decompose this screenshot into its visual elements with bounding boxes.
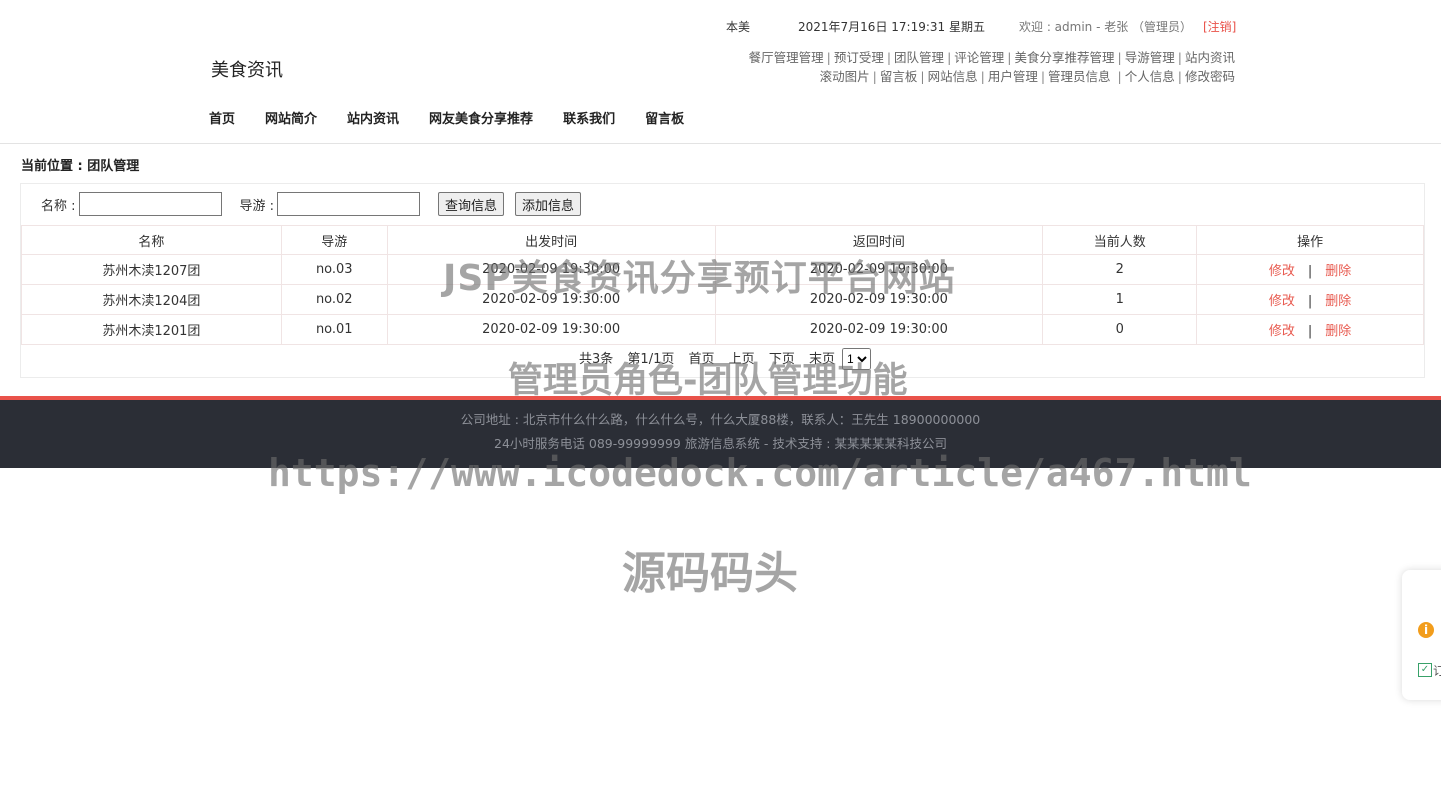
- side-widget[interactable]: i ✓ 订: [1402, 570, 1441, 700]
- pager-next[interactable]: 下页: [769, 352, 795, 367]
- admin-link-team[interactable]: 团队管理: [894, 50, 944, 65]
- nav-contact[interactable]: 联系我们: [563, 108, 615, 127]
- col-count: 当前人数: [1042, 225, 1198, 255]
- delete-link[interactable]: 删除: [1325, 294, 1351, 309]
- name-label: 名称 :: [41, 198, 76, 214]
- admin-links-row1: 餐厅管理管理 | 预订受理 | 团队管理 | 评论管理 | 美食分享推荐管理 | 导游管理 | 站内资讯: [748, 50, 1235, 65]
- delete-link[interactable]: 删除: [1325, 324, 1351, 339]
- page-select[interactable]: 1: [841, 348, 871, 370]
- admin-link-restaurant[interactable]: 餐厅管理管理: [749, 50, 824, 65]
- edit-link[interactable]: 修改: [1269, 264, 1295, 279]
- pager-prev[interactable]: 上页: [729, 352, 755, 367]
- action-separator: |: [1307, 324, 1313, 339]
- admin-link-users[interactable]: 用户管理: [988, 69, 1038, 84]
- pager-page-info: 第1/1页: [627, 352, 675, 367]
- cell-return: 2020-02-09 19:30:00: [714, 314, 1044, 345]
- footer-address: 公司地址 : 北京市什么什么路，什么什么号，什么大厦88楼，联系人：王先生 18…: [460, 412, 981, 427]
- cell-return: 2020-02-09 19:30:00: [714, 284, 1044, 315]
- pagination: 共3条 第1/1页 首页 上页 下页 末页 1: [21, 348, 1424, 370]
- cell-depart: 2020-02-09 19:30:00: [386, 314, 716, 345]
- query-button[interactable]: 查询信息: [438, 192, 505, 216]
- col-guide: 导游: [280, 225, 388, 255]
- cell-return: 2020-02-09 19:30:00: [714, 254, 1044, 285]
- search-bar: 名称 : 导游 : 查询信息 添加信息: [41, 192, 592, 216]
- pager-first[interactable]: 首页: [689, 352, 715, 367]
- delete-link[interactable]: 删除: [1325, 264, 1351, 279]
- info-icon[interactable]: i: [1418, 622, 1434, 638]
- breadcrumb: 当前位置 : 团队管理: [21, 159, 140, 174]
- nav-home[interactable]: 首页: [209, 108, 235, 127]
- action-separator: |: [1307, 264, 1313, 279]
- admin-link-password[interactable]: 修改密码: [1185, 69, 1235, 84]
- nav-messages[interactable]: 留言板: [645, 108, 684, 127]
- cell-guide: no.03: [280, 254, 388, 285]
- cell-guide: no.01: [280, 314, 388, 345]
- guide-label: 导游 :: [239, 198, 275, 214]
- nav-news[interactable]: 站内资讯: [347, 108, 399, 127]
- cell-depart: 2020-02-09 19:30:00: [386, 284, 716, 315]
- cell-actions: 修改 | 删除: [1196, 254, 1424, 285]
- col-name: 名称: [21, 225, 282, 255]
- team-panel: 名称 : 导游 : 查询信息 添加信息 名称 导游 出发时间 返回时间 当前人数…: [20, 183, 1425, 378]
- cell-actions: 修改 | 删除: [1196, 314, 1424, 345]
- admin-link-food-share[interactable]: 美食分享推荐管理: [1015, 50, 1115, 65]
- header-divider: [0, 143, 1441, 144]
- cell-name: 苏州木渎1201团: [21, 314, 282, 345]
- table-row: 苏州木渎1201团 no.01 2020-02-09 19:30:00 2020…: [21, 314, 1424, 345]
- col-return: 返回时间: [714, 225, 1044, 255]
- footer: 公司地址 : 北京市什么什么路，什么什么号，什么大厦88楼，联系人：王先生 18…: [0, 400, 1441, 468]
- cell-depart: 2020-02-09 19:30:00: [386, 254, 716, 285]
- action-separator: |: [1307, 294, 1313, 309]
- admin-link-news[interactable]: 站内资讯: [1185, 50, 1235, 65]
- main-nav: 首页 网站简介 站内资讯 网友美食分享推荐 联系我们 留言板: [209, 108, 684, 127]
- pager-total: 共3条: [579, 352, 614, 367]
- admin-link-messages[interactable]: 留言板: [880, 69, 918, 84]
- checkbox-icon[interactable]: ✓: [1418, 663, 1432, 677]
- guide-input[interactable]: [277, 192, 421, 216]
- nav-food-share[interactable]: 网友美食分享推荐: [429, 108, 533, 127]
- admin-link-slides[interactable]: 滚动图片: [820, 69, 870, 84]
- welcome-text: 欢迎 : admin - 老张 （管理员）: [1019, 20, 1193, 34]
- cell-count: 2: [1042, 254, 1198, 285]
- add-button[interactable]: 添加信息: [515, 192, 582, 216]
- col-depart: 出发时间: [386, 225, 716, 255]
- admin-link-site-info[interactable]: 网站信息: [928, 69, 978, 84]
- edit-link[interactable]: 修改: [1269, 324, 1295, 339]
- table-row: 苏州木渎1207团 no.03 2020-02-09 19:30:00 2020…: [21, 254, 1424, 285]
- logout-link[interactable]: [注销]: [1203, 18, 1236, 35]
- side-widget-text: 订: [1433, 664, 1441, 678]
- col-actions: 操作: [1196, 225, 1424, 255]
- admin-links-row2: 滚动图片 | 留言板 | 网站信息 | 用户管理 | 管理员信息 | 个人信息 | 修改密码: [819, 69, 1235, 84]
- cell-actions: 修改 | 删除: [1196, 284, 1424, 315]
- pager-last[interactable]: 末页: [809, 352, 835, 367]
- site-title: 美食资讯: [211, 60, 283, 81]
- cell-guide: no.02: [280, 284, 388, 315]
- name-input[interactable]: [78, 192, 222, 216]
- admin-link-comment[interactable]: 评论管理: [954, 50, 1004, 65]
- cell-name: 苏州木渎1207团: [21, 254, 282, 285]
- admin-link-admin-info[interactable]: 管理员信息: [1048, 69, 1111, 84]
- admin-link-guide[interactable]: 导游管理: [1125, 50, 1175, 65]
- footer-contact: 24小时服务电话 089-99999999 旅游信息系统 - 技术支持 : 某某…: [494, 436, 947, 451]
- edit-link[interactable]: 修改: [1269, 294, 1295, 309]
- datetime: 2021年7月16日 17:19:31 星期五: [798, 20, 985, 34]
- table-row: 苏州木渎1204团 no.02 2020-02-09 19:30:00 2020…: [21, 284, 1424, 315]
- cell-name: 苏州木渎1204团: [21, 284, 282, 315]
- table-header-row: 名称 导游 出发时间 返回时间 当前人数 操作: [21, 225, 1424, 255]
- cell-count: 1: [1042, 284, 1198, 315]
- team-table: 名称 导游 出发时间 返回时间 当前人数 操作 苏州木渎1207团 no.03 …: [21, 225, 1424, 345]
- admin-link-profile[interactable]: 个人信息: [1125, 69, 1175, 84]
- nav-about[interactable]: 网站简介: [265, 108, 317, 127]
- top-note: 本美: [726, 20, 751, 34]
- watermark-brand: 源码码头: [622, 548, 798, 599]
- admin-link-booking[interactable]: 预订受理: [834, 50, 884, 65]
- cell-count: 0: [1042, 314, 1198, 345]
